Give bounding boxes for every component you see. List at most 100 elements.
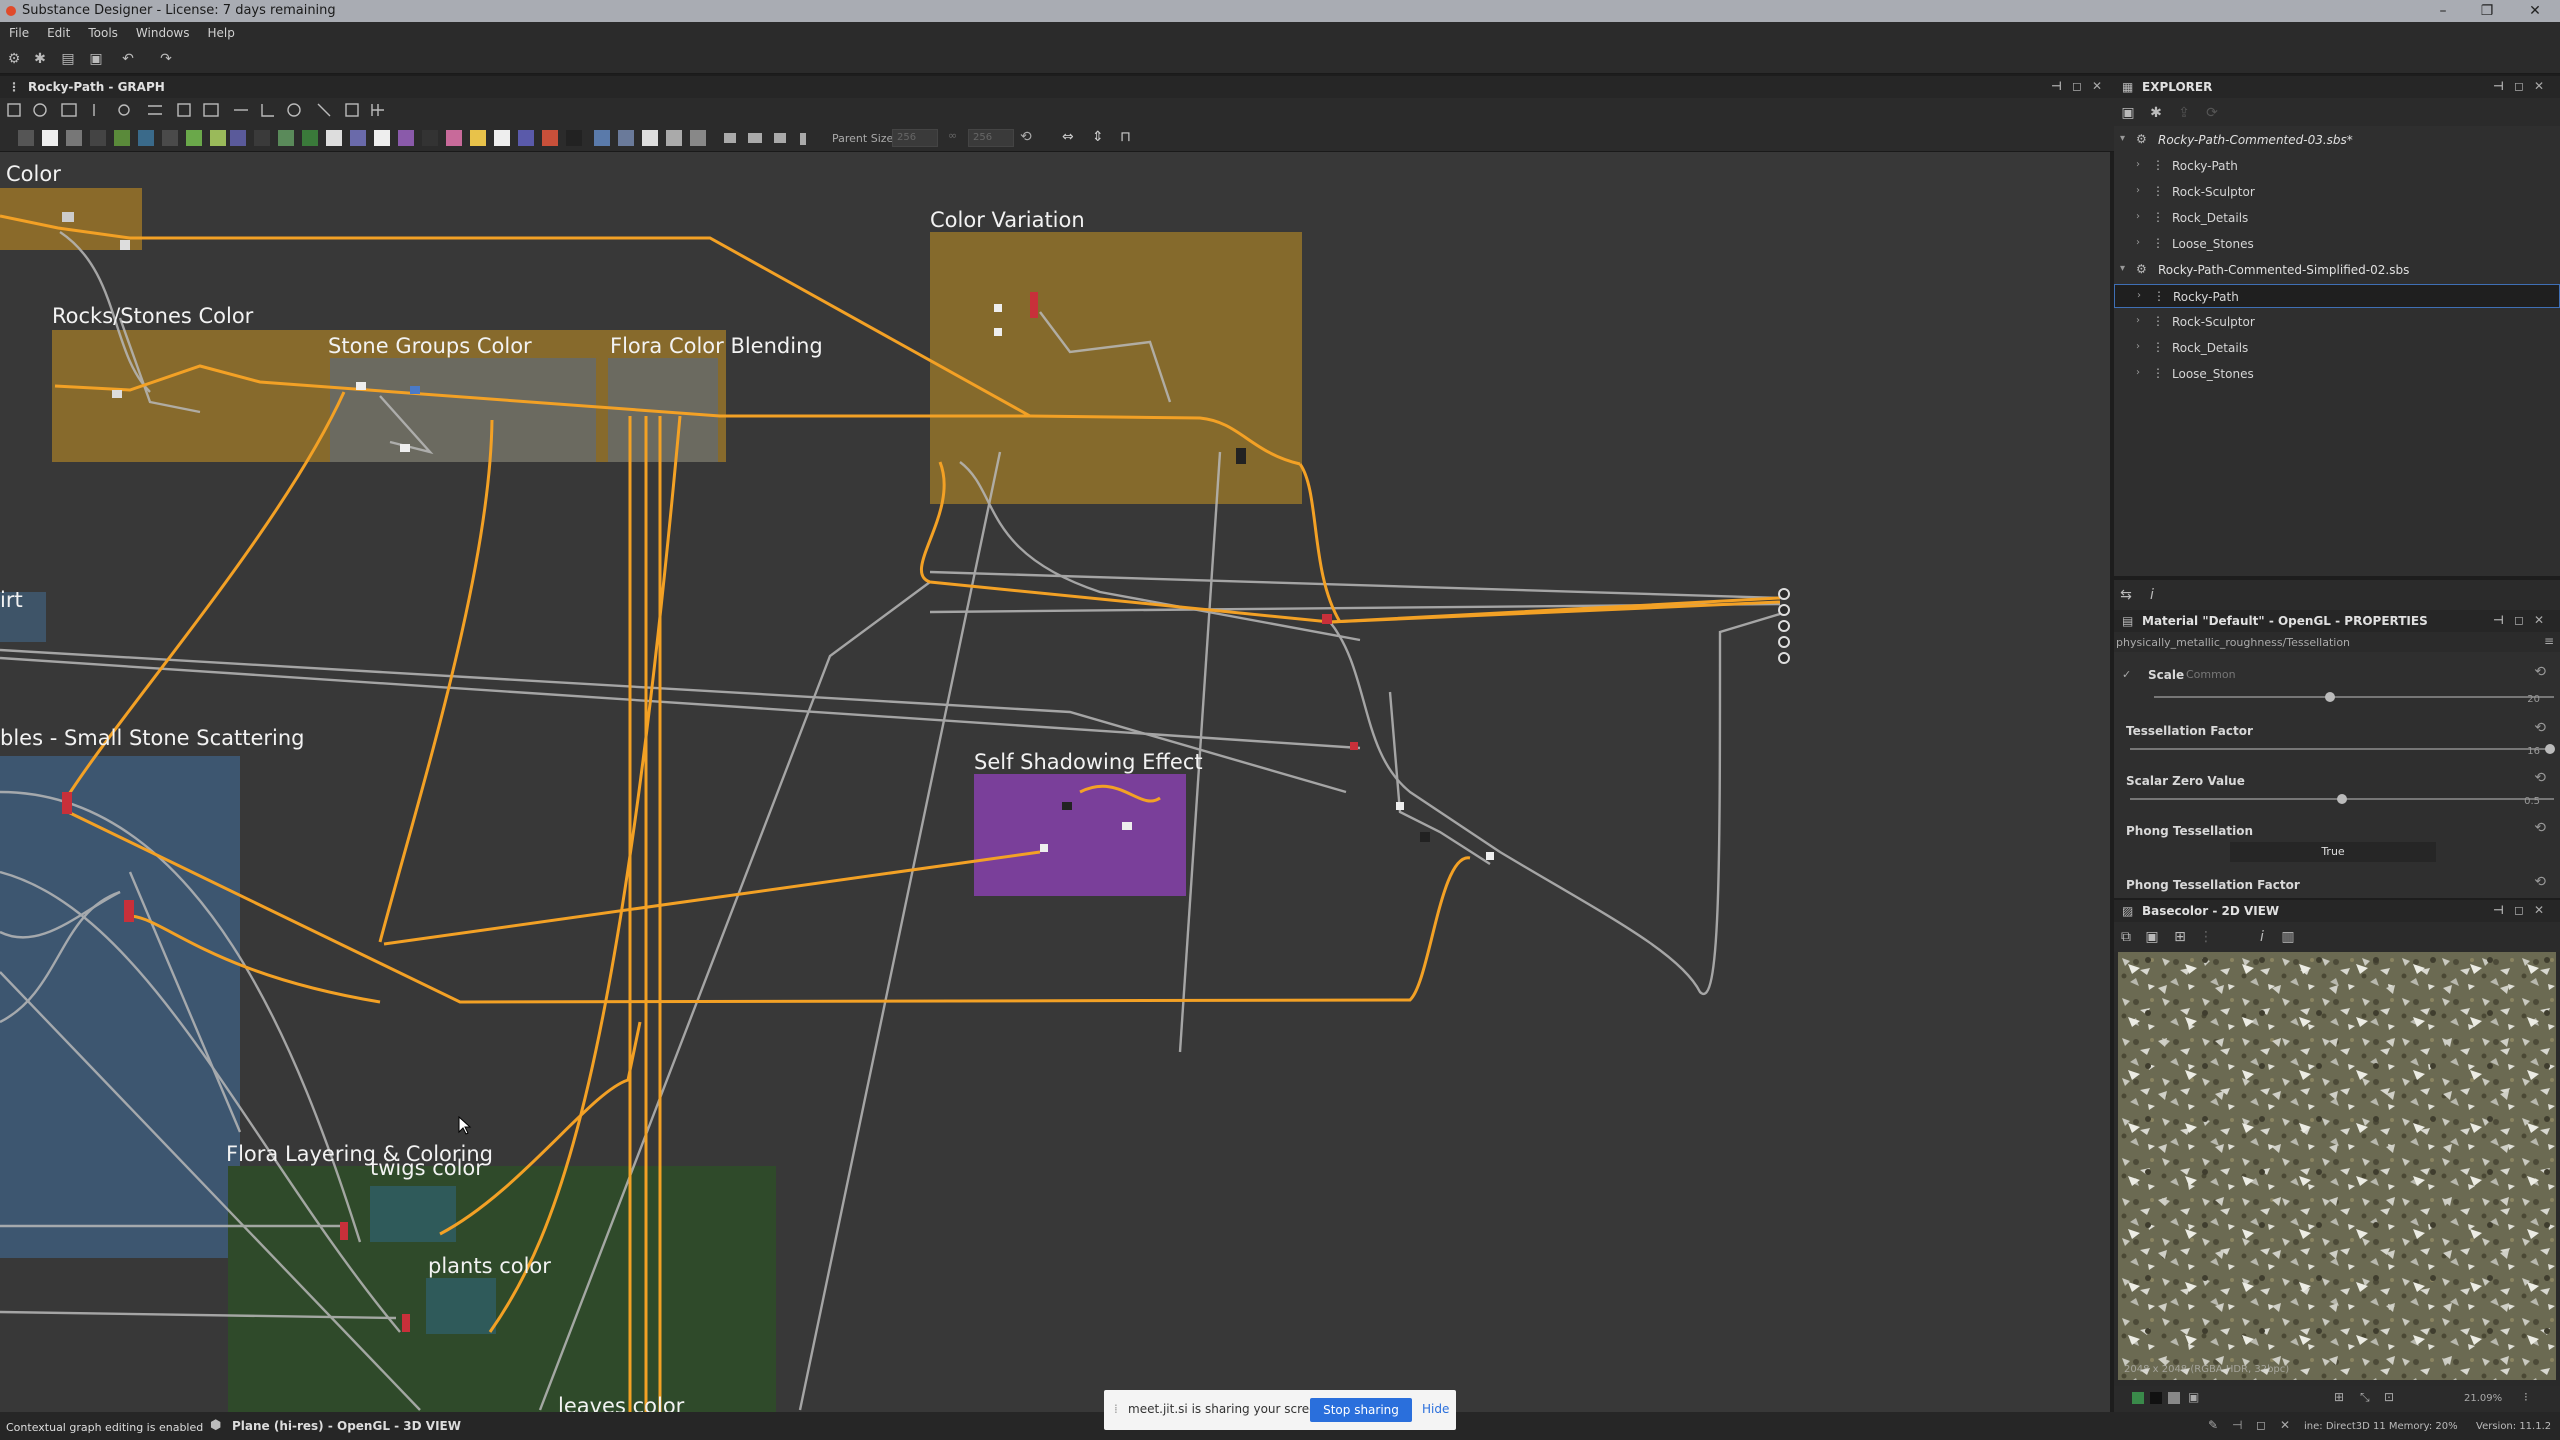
transform-icon[interactable]: ⤡ (2360, 1390, 2370, 1405)
hide-button[interactable]: Hide (1422, 1402, 1449, 1416)
scale-slider-track[interactable] (2154, 696, 2554, 698)
parent-size-select-2[interactable]: 256 (968, 129, 1014, 147)
channel-gray-icon[interactable] (2168, 1392, 2180, 1404)
fit-icon[interactable]: ⊡ (2384, 1390, 2394, 1404)
properties-tab-icon[interactable]: ⇆ (2118, 587, 2134, 603)
distribute-icon[interactable]: ⇕ (1092, 129, 1104, 145)
view2d-panel-controls[interactable]: ⊣◻✕ (2493, 903, 2554, 917)
tessellation-factor-value[interactable]: 16 (2527, 746, 2540, 757)
expand-arrow-icon[interactable]: › (2136, 237, 2140, 248)
export-image-icon[interactable]: ⊞ (2172, 929, 2188, 945)
menu-windows[interactable]: Windows (127, 22, 199, 40)
dock-icon[interactable]: ⊣ (2232, 1418, 2242, 1432)
window-title-bar: Substance Designer - License: 7 days rem… (0, 0, 2560, 22)
reset-icon[interactable]: ⟲ (2534, 820, 2546, 836)
channel-rgb-icon[interactable] (2132, 1392, 2144, 1404)
reset-icon[interactable]: ⟲ (1020, 129, 1032, 145)
tree-item-graph[interactable]: › ⋮ Rock-Sculptor (2114, 180, 2560, 204)
scale-value[interactable]: 20 (2527, 694, 2540, 705)
reset-icon[interactable]: ⟲ (2534, 720, 2546, 736)
graph-icon: ⋮ (2152, 210, 2164, 224)
close-panel-icon[interactable]: ✕ (2280, 1418, 2290, 1432)
graph-canvas[interactable]: Color Rocks/Stones Color Stone Groups Co… (0, 152, 2110, 1412)
package-row[interactable]: ▾ ⚙ Rocky-Path-Commented-Simplified-02.s… (2114, 258, 2560, 282)
close-button[interactable]: ✕ (2520, 2, 2550, 20)
copy-icon[interactable]: ⧉ (2118, 929, 2134, 945)
channel-alpha-icon[interactable] (2150, 1392, 2162, 1404)
menu-help[interactable]: Help (198, 22, 243, 40)
panel-controls[interactable]: ⊣◻✕ (2051, 79, 2112, 93)
collapse-arrow-icon[interactable]: ▾ (2120, 133, 2125, 144)
maximize-panel-icon[interactable]: ◻ (2256, 1418, 2266, 1432)
tile-icon[interactable]: ▣ (2188, 1390, 2199, 1404)
expand-arrow-icon[interactable]: › (2136, 159, 2140, 170)
info-tab-icon[interactable]: i (2144, 587, 2160, 603)
maximize-button[interactable]: ❐ (2472, 2, 2502, 20)
graph-tool-icons[interactable] (0, 98, 420, 124)
explorer-panel-controls[interactable]: ⊣◻✕ (2493, 79, 2554, 93)
scalar-zero-value[interactable]: 0.5 (2524, 796, 2540, 807)
tree-item-graph-selected[interactable]: › ⋮ Rocky-Path (2114, 284, 2560, 308)
stop-sharing-button[interactable]: Stop sharing (1310, 1398, 1412, 1422)
expand-arrow-icon[interactable]: › (2136, 341, 2140, 352)
tessellation-slider-knob[interactable] (2544, 744, 2555, 754)
tree-item-graph[interactable]: › ⋮ Rock_Details (2114, 206, 2560, 230)
align-icon[interactable]: ⇔ (1062, 129, 1074, 145)
parent-size-select[interactable]: 256 (892, 129, 938, 147)
menu-icon[interactable]: ≡ (2544, 634, 2554, 648)
tree-item-graph[interactable]: › ⋮ Rock_Details (2114, 336, 2560, 360)
link-icon[interactable]: ∞ (948, 129, 964, 147)
save-icon[interactable]: ▣ (88, 51, 104, 67)
menu-tools[interactable]: Tools (79, 22, 127, 40)
zoom-level[interactable]: 21.09% (2464, 1393, 2502, 1404)
minimize-button[interactable]: – (2428, 2, 2458, 20)
tree-item-graph[interactable]: › ⋮ Rock-Sculptor (2114, 310, 2560, 334)
graph-name: Loose_Stones (2172, 237, 2254, 251)
grid-icon[interactable]: ⊞ (2334, 1390, 2344, 1404)
undo-icon[interactable]: ↶ (120, 51, 136, 67)
expand-arrow-icon[interactable]: › (2136, 185, 2140, 196)
scale-slider-knob[interactable] (2325, 692, 2335, 702)
package-row[interactable]: ▾ ⚙ Rocky-Path-Commented-03.sbs* (2114, 128, 2560, 152)
export-icon[interactable]: ⇪ (2176, 105, 2192, 121)
tree-item-graph[interactable]: › ⋮ Loose_Stones (2114, 232, 2560, 256)
tree-item-graph[interactable]: › ⋮ Loose_Stones (2114, 362, 2560, 386)
reset-icon[interactable]: ⟲ (2534, 770, 2546, 786)
snap-icon[interactable]: ⊓ (1120, 129, 1131, 145)
frame-title-color: Color (6, 162, 61, 186)
new-graph-icon[interactable]: ✱ (32, 51, 48, 67)
graph-link-icon[interactable]: ⋮ (2198, 929, 2214, 945)
view2d-viewport[interactable]: 2048 x 2048 (RGBA HDR, 32bpc) (2114, 952, 2560, 1386)
collapse-check-icon[interactable]: ✓ (2122, 668, 2131, 681)
open-folder-icon[interactable]: ▤ (60, 51, 76, 67)
tessellation-slider-track[interactable] (2130, 748, 2554, 750)
graph-icon: ⋮ (2152, 158, 2164, 172)
expand-arrow-icon[interactable]: › (2136, 211, 2140, 222)
save-package-icon[interactable]: ▣ (2120, 105, 2136, 121)
reset-icon[interactable]: ⟲ (2534, 664, 2546, 680)
info-icon[interactable]: i (2254, 929, 2270, 945)
expand-arrow-icon[interactable]: › (2136, 367, 2140, 378)
scalar-zero-label: Scalar Zero Value (2126, 774, 2245, 788)
zoom-menu-icon[interactable]: ⁝ (2524, 1390, 2528, 1404)
pin-icon[interactable]: ✎ (2208, 1418, 2218, 1432)
reset-icon[interactable]: ⟲ (2534, 874, 2546, 890)
new-package-icon[interactable]: ✱ (2148, 105, 2164, 121)
save-image-icon[interactable]: ▣ (2144, 929, 2160, 945)
properties-panel-controls[interactable]: ⊣◻✕ (2493, 613, 2554, 627)
menu-edit[interactable]: Edit (38, 22, 79, 40)
scalar-zero-slider-knob[interactable] (2337, 794, 2347, 804)
expand-arrow-icon[interactable]: › (2136, 315, 2140, 326)
tree-item-graph[interactable]: › ⋮ Rocky-Path (2114, 154, 2560, 178)
3d-view-tab[interactable]: Plane (hi-res) - OpenGL - 3D VIEW (232, 1419, 461, 1433)
expand-arrow-icon[interactable]: › (2137, 290, 2141, 301)
phong-tessellation-dropdown[interactable]: True (2230, 842, 2436, 862)
histogram-icon[interactable]: ▥ (2280, 929, 2296, 945)
redo-icon[interactable]: ↷ (158, 51, 174, 67)
refresh-icon[interactable]: ⟳ (2204, 105, 2220, 121)
new-package-icon[interactable]: ⚙ (6, 51, 22, 67)
view2d-footer: ▣ ⊞ ⤡ ⊡ 21.09% ⁝ (2114, 1386, 2560, 1412)
menu-file[interactable]: File (0, 22, 38, 40)
collapse-arrow-icon[interactable]: ▾ (2120, 263, 2125, 274)
drag-handle-icon[interactable]: ⁞ (1114, 1402, 1118, 1416)
